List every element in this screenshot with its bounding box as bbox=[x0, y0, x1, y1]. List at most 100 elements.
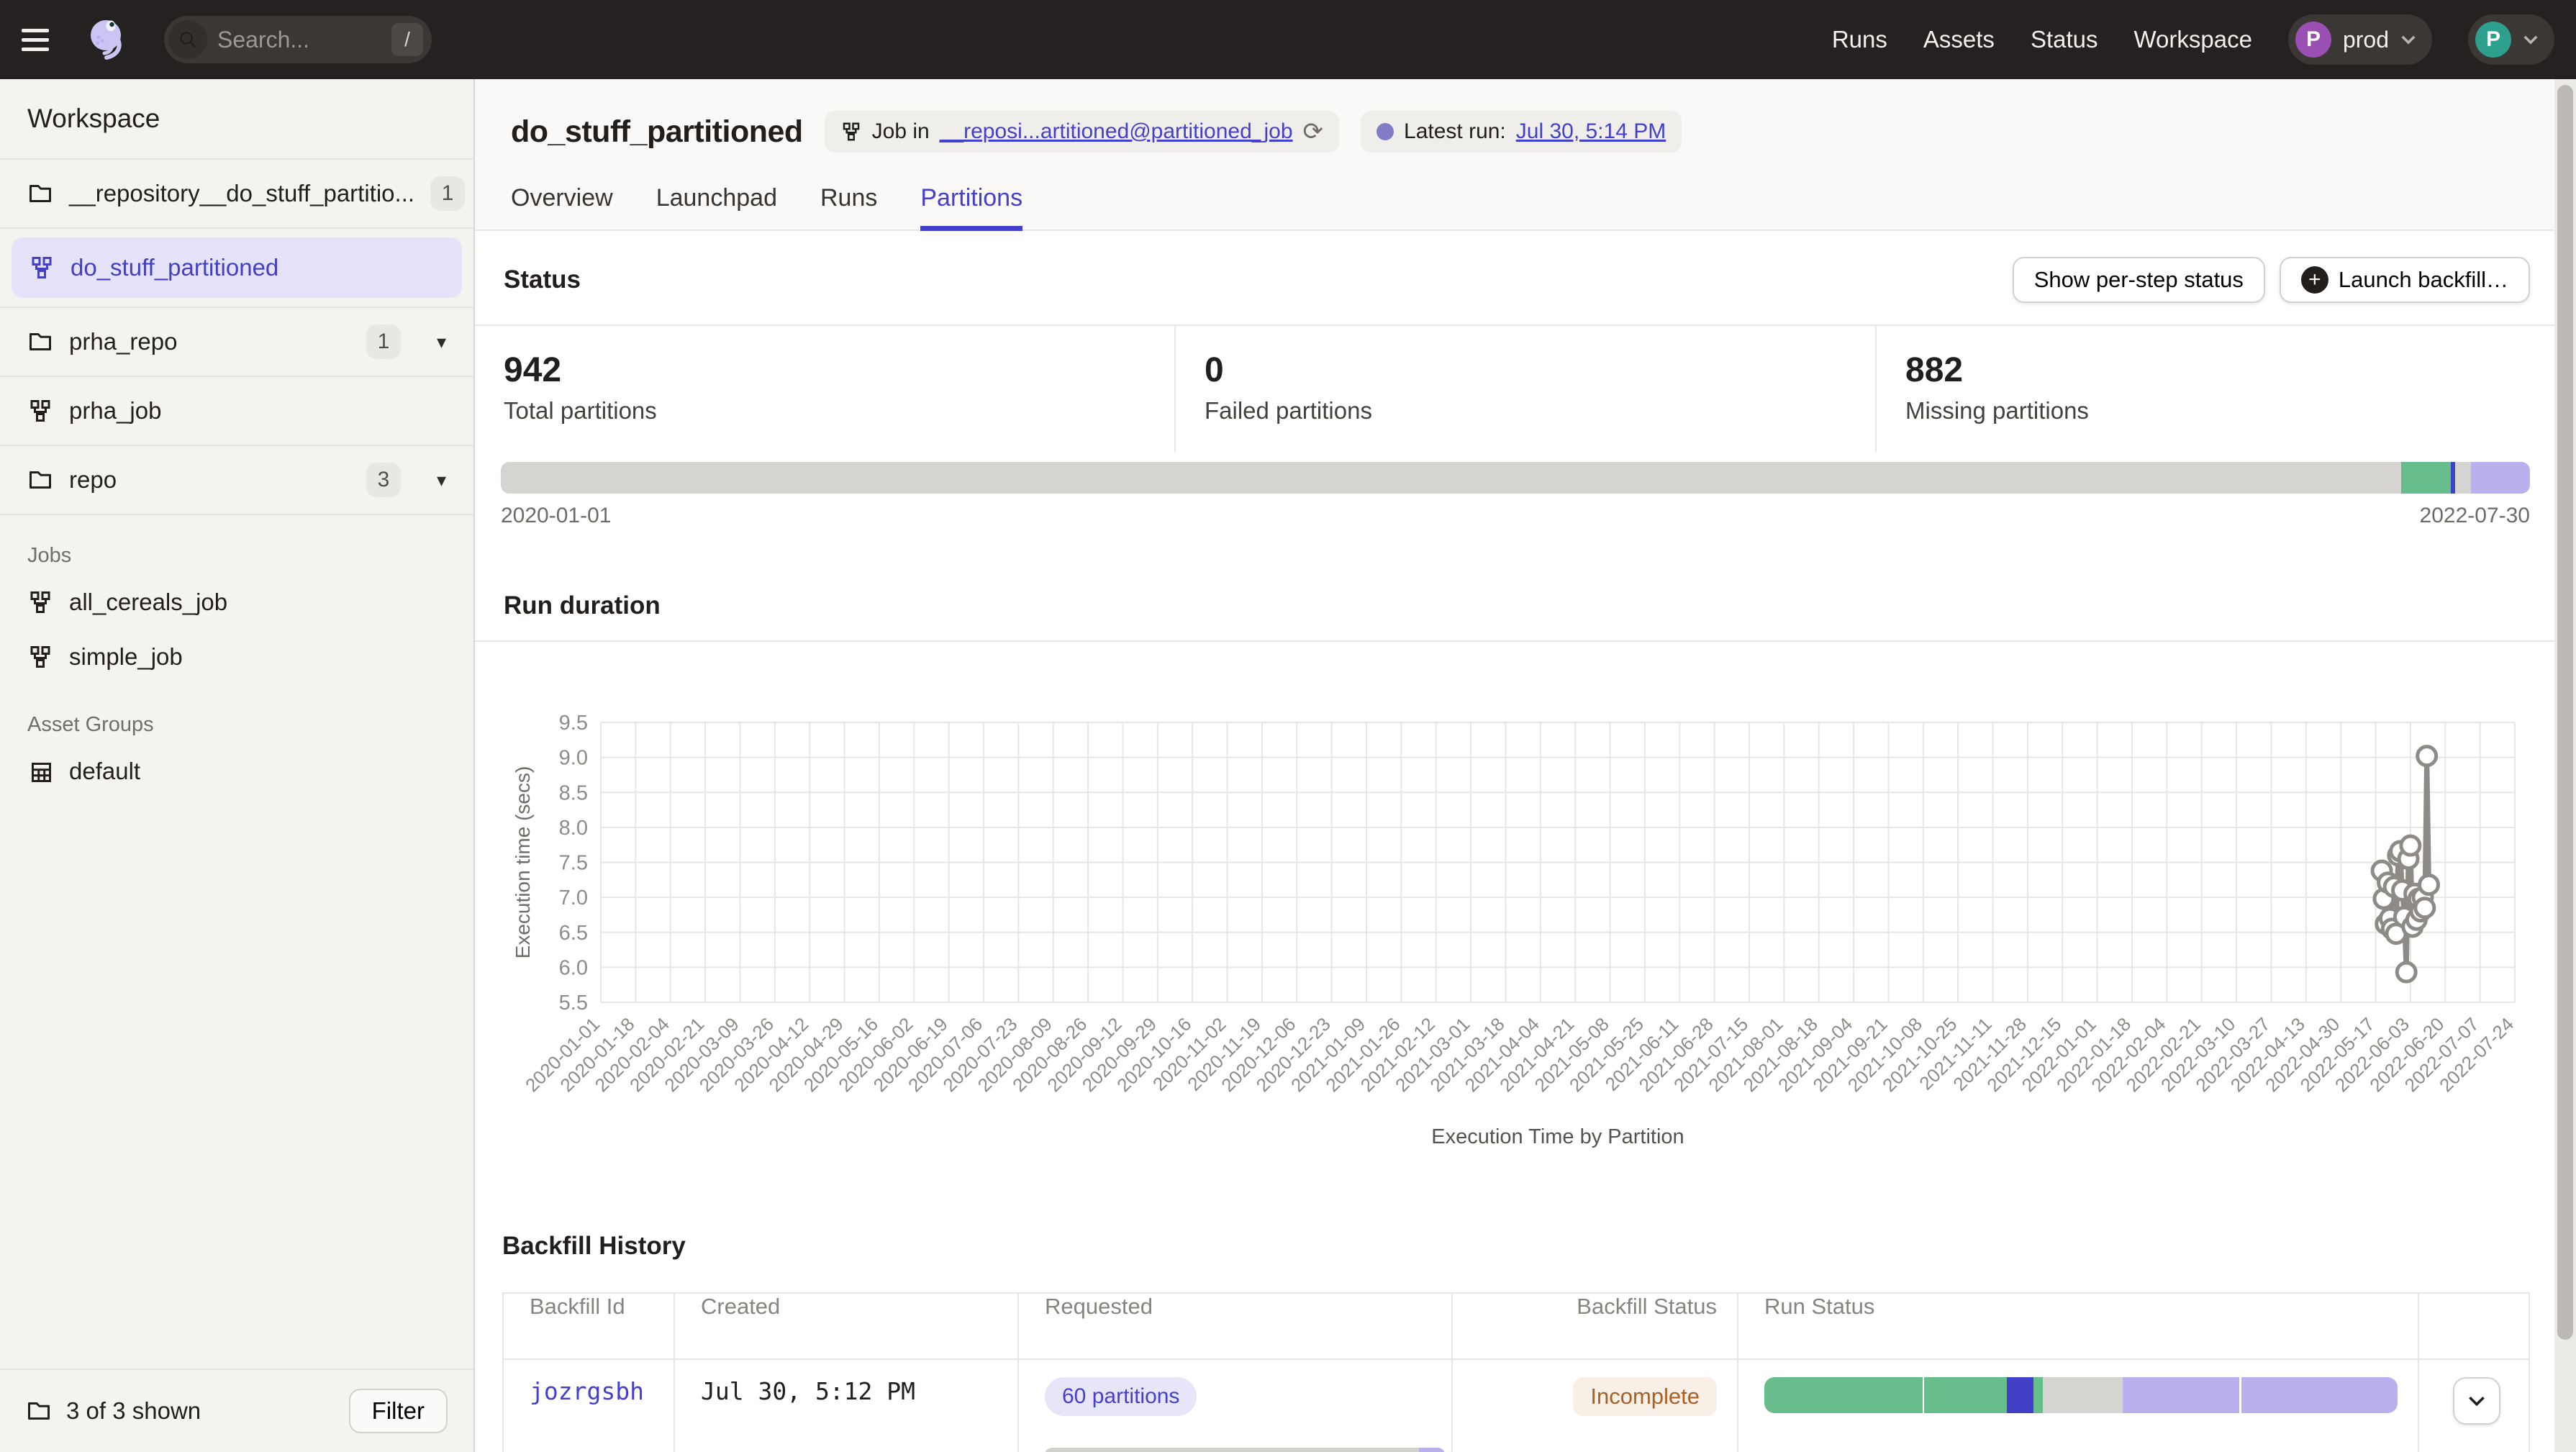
job-icon bbox=[27, 644, 53, 670]
svg-text:6.5: 6.5 bbox=[559, 922, 588, 945]
partition-bar-end-date: 2022-07-30 bbox=[2420, 504, 2530, 528]
folder-icon bbox=[26, 1398, 52, 1424]
run-duration-heading: Run duration bbox=[475, 591, 2576, 620]
sidebar-item-prha-job[interactable]: prha_job bbox=[0, 377, 473, 446]
tab-partitions[interactable]: Partitions bbox=[920, 184, 1022, 230]
top-nav: / Runs Assets Status Workspace P prod P bbox=[0, 0, 2576, 79]
job-tag: Job in __reposi...artitioned@partitioned… bbox=[825, 111, 1339, 153]
sidebar-item-simple-job[interactable]: simple_job bbox=[0, 630, 473, 684]
run-status-bar[interactable] bbox=[1764, 1377, 2398, 1413]
sidebar-item-repo[interactable]: repo 3 ▾ bbox=[0, 446, 473, 515]
latest-run-link[interactable]: Jul 30, 5:14 PM bbox=[1516, 119, 1666, 144]
asset-groups-section-header: Asset Groups bbox=[0, 684, 473, 744]
partition-stats: 942 Total partitions 0 Failed partitions… bbox=[475, 325, 2576, 452]
search-icon bbox=[168, 20, 207, 59]
svg-text:7.5: 7.5 bbox=[559, 852, 588, 875]
tab-launchpad[interactable]: Launchpad bbox=[656, 184, 777, 230]
stat-missing-partitions: 882 Missing partitions bbox=[1875, 326, 2576, 452]
svg-text:Execution time (secs): Execution time (secs) bbox=[512, 766, 534, 959]
main-content: do_stuff_partitioned Job in __reposi...a… bbox=[475, 79, 2576, 1452]
sidebar-item-label: prha_job bbox=[69, 397, 161, 425]
folder-icon bbox=[27, 329, 53, 355]
job-tag-link[interactable]: __reposi...artitioned@partitioned_job bbox=[940, 119, 1293, 144]
deployment-label: prod bbox=[2343, 27, 2389, 53]
table-header-row: Backfill Id Created Requested Backfill S… bbox=[504, 1294, 2529, 1360]
column-requested: Requested bbox=[1017, 1294, 1451, 1358]
sidebar-item-all-cereals-job[interactable]: all_cereals_job bbox=[0, 575, 473, 630]
latest-run-label: Latest run: bbox=[1404, 119, 1506, 144]
nav-link-assets[interactable]: Assets bbox=[1923, 26, 1995, 53]
sidebar-footer: 3 of 3 shown Filter bbox=[0, 1369, 473, 1452]
svg-text:6.0: 6.0 bbox=[559, 956, 588, 979]
launch-backfill-button[interactable]: + Launch backfill… bbox=[2280, 257, 2530, 303]
sidebar-item-do-stuff-partitioned[interactable]: do_stuff_partitioned bbox=[12, 237, 462, 298]
folder-icon bbox=[27, 467, 53, 493]
stat-total-partitions: 942 Total partitions bbox=[475, 326, 1174, 452]
user-menu[interactable]: P bbox=[2468, 14, 2554, 65]
dagster-logo-icon[interactable] bbox=[82, 14, 134, 65]
sidebar-item-label: repo bbox=[69, 466, 117, 494]
sidebar-item-label: simple_job bbox=[69, 643, 183, 671]
expand-row-button[interactable] bbox=[2453, 1377, 2500, 1425]
sidebar-item-default-asset-group[interactable]: default bbox=[0, 744, 473, 799]
job-icon bbox=[27, 589, 53, 615]
column-backfill-id: Backfill Id bbox=[504, 1294, 674, 1358]
user-avatar: P bbox=[2475, 22, 2511, 58]
partition-status-bar[interactable] bbox=[501, 462, 2530, 494]
repo-count-badge: 3 bbox=[366, 463, 401, 497]
column-run-status: Run Status bbox=[1737, 1294, 2418, 1358]
stat-failed-partitions: 0 Failed partitions bbox=[1174, 326, 1875, 452]
show-per-step-status-button[interactable]: Show per-step status bbox=[2013, 257, 2265, 303]
run-duration-chart-area: 2020-01-012020-01-182020-02-042020-02-21… bbox=[475, 642, 2576, 1190]
global-search[interactable]: / bbox=[164, 16, 432, 63]
job-icon bbox=[29, 255, 55, 281]
search-input[interactable] bbox=[207, 27, 391, 53]
repo-count-badge: 1 bbox=[430, 176, 465, 211]
job-icon bbox=[840, 121, 862, 142]
job-tag-prefix: Job in bbox=[872, 119, 930, 144]
sidebar-selected-wrap: do_stuff_partitioned bbox=[0, 229, 473, 308]
table-row: jozrgsbh Jul 30, 5:12 PM 60 partitions 2… bbox=[504, 1360, 2529, 1452]
sidebar-item-prha-repo[interactable]: prha_repo 1 ▾ bbox=[0, 308, 473, 377]
nav-link-status[interactable]: Status bbox=[2031, 26, 2098, 53]
column-actions bbox=[2418, 1294, 2529, 1358]
backfill-status-badge: Incomplete bbox=[1573, 1377, 1717, 1416]
svg-text:Execution Time by Partition: Execution Time by Partition bbox=[1431, 1125, 1684, 1148]
shown-count-label: 3 of 3 shown bbox=[66, 1397, 201, 1425]
tab-runs[interactable]: Runs bbox=[820, 184, 877, 230]
caret-down-icon[interactable]: ▾ bbox=[437, 469, 446, 491]
hamburger-menu-icon[interactable] bbox=[22, 17, 68, 63]
tab-bar: Overview Launchpad Runs Partitions bbox=[475, 153, 2576, 231]
chevron-down-icon bbox=[2400, 35, 2416, 45]
plus-circle-icon: + bbox=[2301, 266, 2328, 294]
svg-text:9.5: 9.5 bbox=[559, 712, 588, 735]
tab-overview[interactable]: Overview bbox=[511, 184, 613, 230]
folder-icon bbox=[27, 181, 53, 207]
backfill-id-link[interactable]: jozrgsbh bbox=[530, 1377, 644, 1405]
jobs-section-header: Jobs bbox=[0, 515, 473, 575]
workspace-sidebar: Workspace __repository__do_stuff_partiti… bbox=[0, 79, 475, 1452]
repo-count-badge: 1 bbox=[366, 325, 401, 359]
nav-link-workspace[interactable]: Workspace bbox=[2134, 26, 2252, 53]
svg-text:5.5: 5.5 bbox=[559, 992, 588, 1015]
caret-down-icon[interactable]: ▾ bbox=[437, 331, 446, 353]
sidebar-item-label: all_cereals_job bbox=[69, 589, 227, 616]
scrollbar-thumb[interactable] bbox=[2557, 85, 2573, 1340]
vertical-scrollbar[interactable] bbox=[2554, 79, 2576, 1452]
deployment-switcher[interactable]: P prod bbox=[2288, 14, 2432, 65]
chevron-down-icon bbox=[2467, 1395, 2486, 1407]
sidebar-item-label: do_stuff_partitioned bbox=[71, 254, 278, 281]
nav-link-runs[interactable]: Runs bbox=[1832, 26, 1887, 53]
job-icon bbox=[27, 398, 53, 424]
svg-text:9.0: 9.0 bbox=[559, 747, 588, 770]
deployment-avatar: P bbox=[2295, 22, 2331, 58]
latest-run-tag: Latest run: Jul 30, 5:14 PM bbox=[1361, 111, 1682, 153]
sidebar-item-label: prha_repo bbox=[69, 328, 177, 355]
asset-group-icon bbox=[27, 758, 53, 784]
backfill-history-heading: Backfill History bbox=[502, 1232, 2530, 1261]
sidebar-item-label: default bbox=[69, 758, 140, 785]
requested-partitions-pill[interactable]: 60 partitions bbox=[1045, 1377, 1197, 1416]
reload-icon[interactable]: ⟳ bbox=[1303, 117, 1324, 146]
sidebar-item-repository-do-stuff[interactable]: __repository__do_stuff_partitio... 1 ▾ bbox=[0, 160, 473, 229]
filter-button[interactable]: Filter bbox=[349, 1389, 448, 1433]
